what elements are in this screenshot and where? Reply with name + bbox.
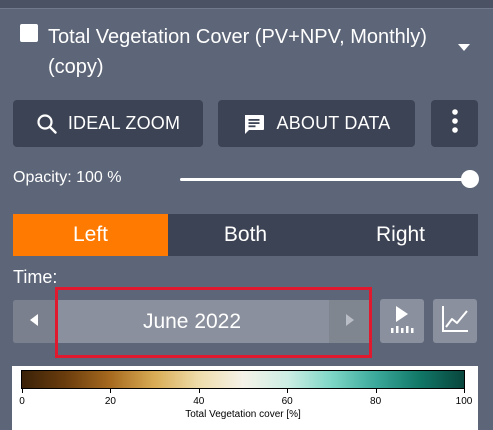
line-chart-icon [440, 304, 470, 339]
legend-tick-label: 100 [455, 396, 473, 407]
legend-tick-label: 80 [370, 396, 382, 407]
opacity-slider-handle[interactable] [461, 170, 479, 188]
compare-left-button[interactable]: Left [13, 214, 168, 256]
legend-tick-label: 60 [281, 396, 293, 407]
chevron-down-icon[interactable] [458, 44, 470, 51]
legend-tick-mark [22, 389, 23, 393]
legend-tick-label: 40 [193, 396, 205, 407]
more-options-button[interactable] [431, 100, 478, 147]
opacity-slider-track[interactable] [180, 178, 470, 181]
legend-tick-label: 20 [104, 396, 116, 407]
time-label: Time: [13, 267, 58, 287]
legend-color-ramp [21, 370, 465, 389]
layer-visibility-checkbox[interactable] [20, 24, 38, 42]
legend-tick-mark [198, 389, 200, 393]
ideal-zoom-button[interactable]: IDEAL ZOOM [13, 100, 203, 147]
compare-right-button[interactable]: Right [323, 214, 478, 256]
time-series-chart-button[interactable] [433, 299, 477, 343]
ideal-zoom-label: IDEAL ZOOM [67, 113, 181, 133]
legend-tick-mark [110, 389, 112, 393]
layer-title: Total Vegetation Cover (PV+NPV, Monthly)… [48, 26, 427, 78]
legend-tick-mark [464, 389, 465, 393]
chevron-left-icon [29, 313, 39, 331]
legend-title: Total Vegetation cover [%] [185, 409, 301, 420]
search-icon [36, 113, 58, 135]
compare-side-toggle: Left Both Right [13, 214, 478, 256]
panel-top-strip [0, 0, 493, 8]
play-animation-button[interactable] [380, 299, 424, 343]
more-vertical-icon [451, 108, 459, 139]
play-animation-icon [386, 303, 418, 340]
compare-both-button[interactable]: Both [168, 214, 323, 256]
legend-tick-mark [375, 389, 377, 393]
legend-tick-mark [287, 389, 289, 393]
message-icon [242, 112, 266, 136]
about-data-label: ABOUT DATA [276, 113, 391, 133]
about-data-button[interactable]: ABOUT DATA [218, 100, 415, 147]
previous-date-button[interactable] [13, 300, 55, 343]
legend-tick-label: 0 [19, 396, 25, 407]
annotation-highlight-box [55, 287, 372, 358]
opacity-label: Opacity: 100 % [13, 169, 122, 186]
